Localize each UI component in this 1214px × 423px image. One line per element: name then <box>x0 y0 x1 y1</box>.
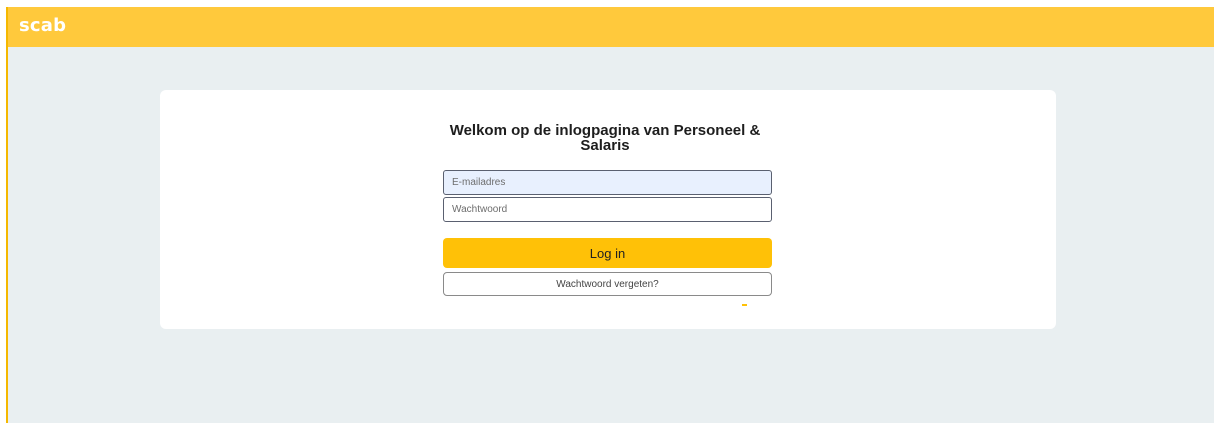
brand-logo[interactable]: scab <box>19 15 66 36</box>
email-field[interactable] <box>443 170 772 195</box>
page-title: Welkom op de inlogpagina van Personeel &… <box>449 122 761 154</box>
loading-indicator <box>742 304 747 306</box>
top-bar: scab <box>8 7 1214 47</box>
password-field[interactable] <box>443 197 772 222</box>
login-button[interactable]: Log in <box>443 238 772 268</box>
login-card: Welkom op de inlogpagina van Personeel &… <box>160 90 1056 329</box>
browser-frame: scab Welkom op de inlogpagina van Person… <box>0 0 1214 423</box>
forgot-password-button[interactable]: Wachtwoord vergeten? <box>443 272 772 296</box>
page-viewport: scab Welkom op de inlogpagina van Person… <box>6 7 1214 423</box>
